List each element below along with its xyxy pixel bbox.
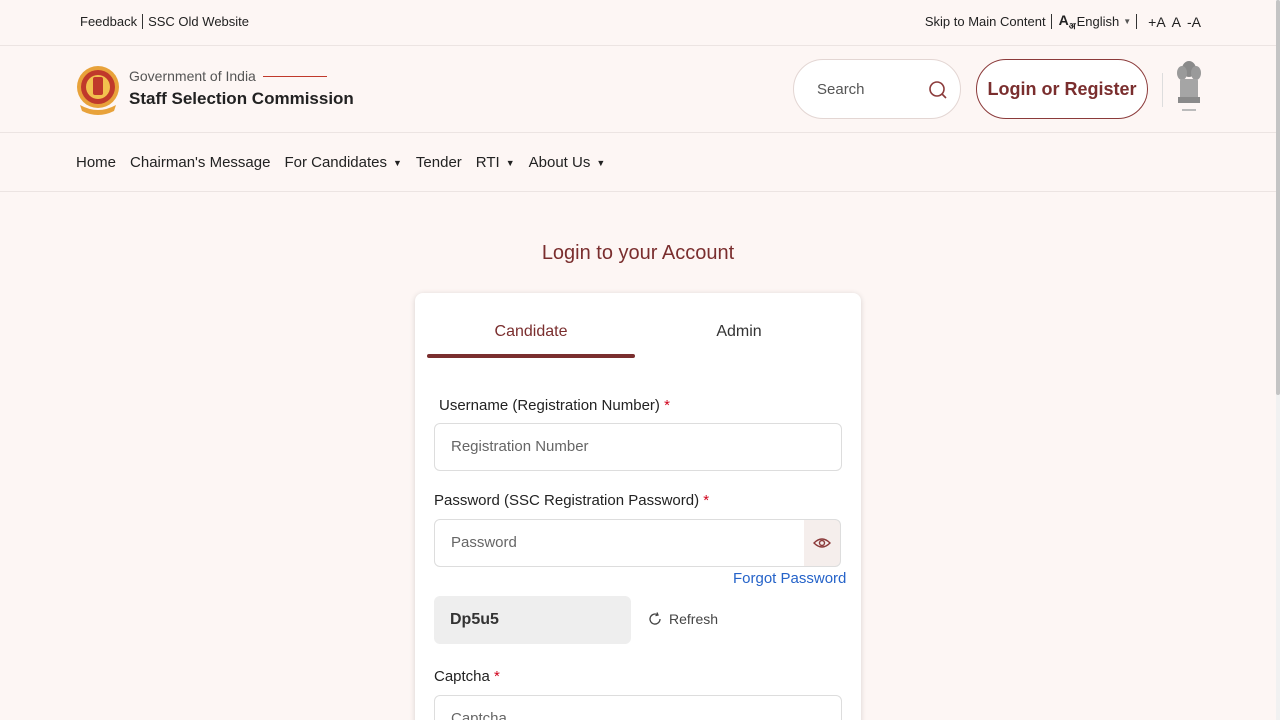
search-icon xyxy=(929,81,947,99)
page-title: Login to your Account xyxy=(541,242,735,264)
skip-to-main-link[interactable]: Skip to Main Content xyxy=(925,14,1046,29)
divider xyxy=(1162,73,1163,107)
ssc-logo-icon[interactable] xyxy=(74,61,122,117)
page-scrollbar[interactable] xyxy=(1276,0,1280,720)
nav-item-about-us[interactable]: About Us ▼ xyxy=(529,154,606,171)
separator xyxy=(1050,14,1052,30)
captcha-field[interactable]: Captcha xyxy=(434,695,842,720)
search-input[interactable]: Search xyxy=(793,59,961,119)
font-normal-button[interactable]: A xyxy=(1172,14,1181,30)
login-tabs: Candidate Admin xyxy=(427,293,843,359)
top-utility-bar: Feedback SSC Old Website Skip to Main Co… xyxy=(0,0,1276,46)
refresh-label: Refresh xyxy=(669,611,719,627)
main-navigation: Home Chairman's Message For Candidates ▼ … xyxy=(0,134,1276,192)
site-header: Government of India Staff Selection Comm… xyxy=(0,47,1276,133)
organization-name: Staff Selection Commission xyxy=(129,89,354,108)
captcha-label: Captcha * xyxy=(434,668,500,685)
active-tab-indicator xyxy=(427,354,635,358)
nav-item-rti[interactable]: RTI ▼ xyxy=(476,154,515,171)
old-website-link[interactable]: SSC Old Website xyxy=(148,14,249,29)
captcha-image: Dp5u5 xyxy=(434,596,631,644)
feedback-link[interactable]: Feedback xyxy=(80,14,137,29)
government-label: Government of India xyxy=(129,68,354,84)
eye-icon xyxy=(813,538,831,548)
brand-block[interactable]: Government of India Staff Selection Comm… xyxy=(129,68,354,109)
login-register-button[interactable]: Login or Register xyxy=(976,59,1148,119)
nav-item-chairmans-message[interactable]: Chairman's Message xyxy=(130,154,270,171)
forgot-password-link[interactable]: Forgot Password xyxy=(733,570,846,587)
password-field[interactable]: Password xyxy=(434,519,805,567)
national-emblem-icon xyxy=(1177,61,1201,111)
username-label: Username (Registration Number) * xyxy=(439,397,670,414)
refresh-captcha-button[interactable]: Refresh xyxy=(647,611,718,627)
caret-down-icon: ▼ xyxy=(596,157,606,168)
language-select[interactable]: English xyxy=(1077,14,1120,29)
font-decrease-button[interactable]: -A xyxy=(1187,14,1201,30)
nav-item-home[interactable]: Home xyxy=(76,154,116,171)
toggle-password-visibility-button[interactable] xyxy=(804,519,841,567)
separator xyxy=(142,14,144,29)
nav-item-tender[interactable]: Tender xyxy=(416,154,462,171)
login-card: Candidate Admin Username (Registration N… xyxy=(415,293,861,720)
password-label: Password (SSC Registration Password) * xyxy=(434,492,710,509)
nav-item-for-candidates[interactable]: For Candidates ▼ xyxy=(284,154,401,171)
language-icon: Aअ xyxy=(1058,12,1076,31)
tab-admin[interactable]: Admin xyxy=(635,323,843,341)
chevron-down-icon: ▼ xyxy=(1123,17,1132,27)
caret-down-icon: ▼ xyxy=(393,157,402,168)
captcha-placeholder: Captcha xyxy=(451,710,507,720)
password-placeholder: Password xyxy=(451,534,517,551)
separator xyxy=(1136,14,1138,30)
refresh-icon xyxy=(649,612,661,625)
scrollbar-thumb[interactable] xyxy=(1276,0,1280,395)
font-increase-button[interactable]: +A xyxy=(1148,14,1166,30)
username-field[interactable]: Registration Number xyxy=(434,423,842,471)
search-placeholder: Search xyxy=(817,81,865,98)
accessibility-controls: Skip to Main Content Aअ English ▼ +A A -… xyxy=(925,12,1201,32)
top-links: Feedback SSC Old Website xyxy=(80,14,249,29)
caret-down-icon: ▼ xyxy=(505,157,515,168)
tab-candidate[interactable]: Candidate xyxy=(427,323,635,341)
username-placeholder: Registration Number xyxy=(451,438,589,455)
